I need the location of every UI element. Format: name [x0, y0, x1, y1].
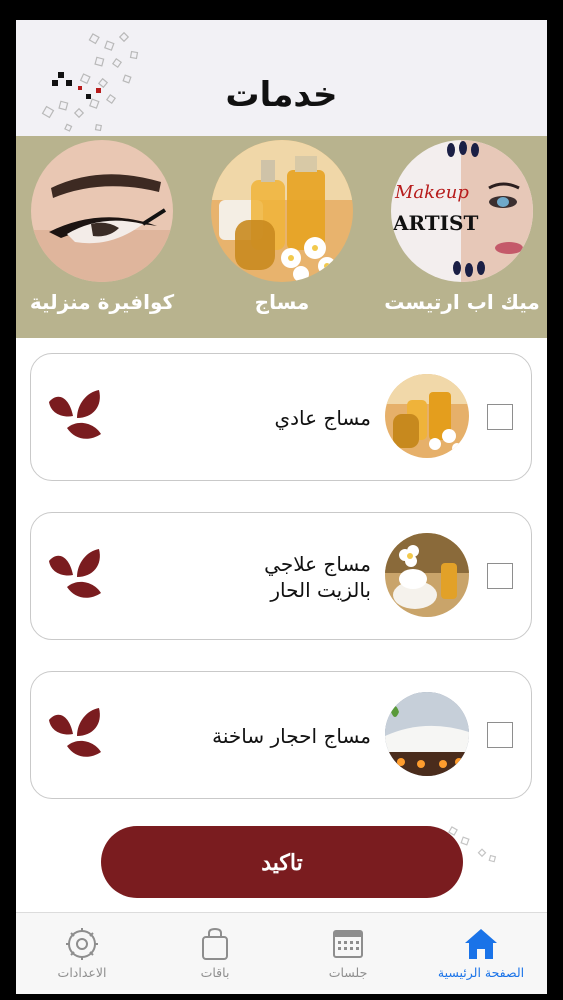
bottom-tab-bar: الصفحة الرئيسية جلسات باقات الاعدادات [16, 912, 547, 994]
bag-icon [202, 927, 228, 960]
tab-label: الاعدادات [57, 965, 107, 980]
calendar-icon [333, 930, 363, 958]
svg-text:ARTIST: ARTIST [392, 211, 478, 235]
service-name: مساج علاجي بالزيت الحار [264, 552, 371, 602]
category-label: ميك اب ارتيست [384, 290, 540, 314]
eye-makeup-photo [31, 140, 173, 282]
leaf-logo-icon [49, 549, 101, 598]
tab-label: جلسات [328, 965, 368, 980]
leaf-logo-icon [49, 708, 101, 757]
app-screen: خدمات Makeup ARTIST ميك اب ارتيست مساج ك… [16, 20, 547, 994]
service-card[interactable]: مساج عادي [30, 353, 532, 481]
service-checkbox[interactable] [487, 563, 513, 589]
tab-label: الصفحة الرئيسية [437, 965, 525, 980]
leaf-logo-icon [49, 390, 101, 439]
category-label: مساج [254, 290, 310, 314]
service-checkbox[interactable] [487, 404, 513, 430]
confirm-button[interactable]: تاكيد [101, 826, 463, 898]
tab-settings[interactable]: الاعدادات [16, 913, 148, 994]
tab-label: باقات [200, 965, 230, 980]
category-label: كوافيرة منزلية [29, 290, 175, 314]
header: خدمات [16, 20, 547, 136]
tab-sessions[interactable]: جلسات [282, 913, 414, 994]
service-name: مساج احجار ساخنة [212, 724, 371, 748]
page-title: خدمات [225, 75, 338, 115]
home-icon [465, 929, 497, 959]
service-checkbox[interactable] [487, 722, 513, 748]
category-carousel[interactable]: Makeup ARTIST ميك اب ارتيست مساج كوافيرة… [16, 136, 547, 338]
massage-oils-photo [211, 140, 353, 282]
service-card[interactable]: مساج احجار ساخنة [30, 671, 532, 799]
hot-oil-spa-photo [385, 533, 469, 617]
svg-text:Makeup: Makeup [394, 182, 469, 203]
category-home-hairdresser[interactable]: كوافيرة منزلية [22, 140, 182, 330]
category-makeup-artist[interactable]: Makeup ARTIST ميك اب ارتيست [382, 140, 542, 330]
category-massage[interactable]: مساج [202, 140, 362, 330]
service-name: مساج عادي [274, 406, 371, 430]
tab-packages[interactable]: باقات [149, 913, 281, 994]
hot-stones-spa-photo [385, 692, 469, 776]
massage-oils-photo [385, 374, 469, 458]
tab-home[interactable]: الصفحة الرئيسية [415, 913, 547, 994]
gear-icon [66, 928, 98, 960]
service-card[interactable]: مساج علاجي بالزيت الحار [30, 512, 532, 640]
makeup-artist-photo: Makeup ARTIST [391, 140, 533, 282]
